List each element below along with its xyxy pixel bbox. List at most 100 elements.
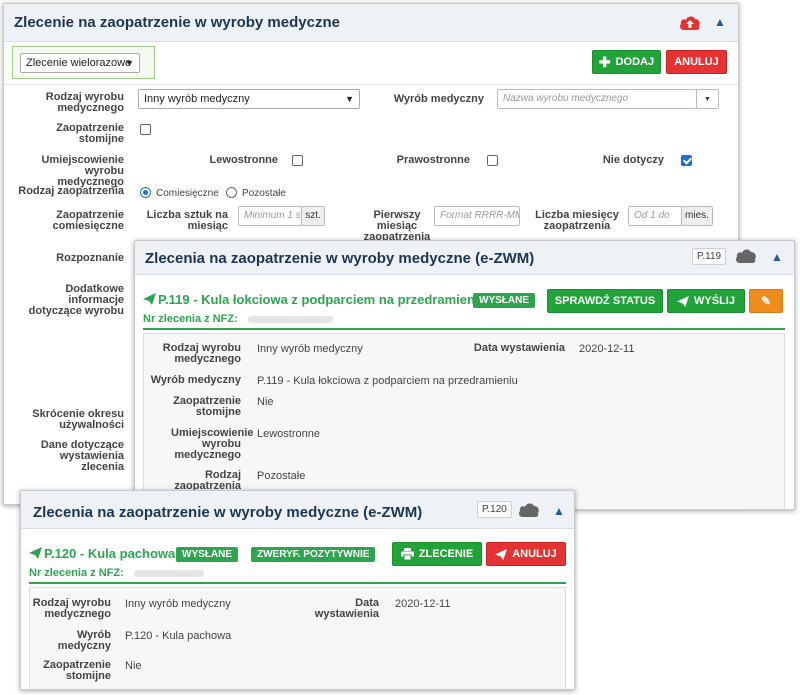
check-status-label: SPRAWDŹ STATUS <box>554 295 656 307</box>
detail-device-label: Wyrób medyczny <box>57 629 111 652</box>
cloud-icon[interactable] <box>518 503 540 518</box>
months-count-input[interactable]: Od 1 do <box>628 206 682 226</box>
cancel-label: ANULUJ <box>674 56 719 68</box>
detail-date-value: 2020-12-11 <box>395 598 451 610</box>
ezwm-panel-header: Zlecenia na zaopatrzenie w wyroby medycz… <box>135 241 794 275</box>
cancel-order-label: ANULUJ <box>512 548 557 560</box>
months-count-label: Liczba miesięcy zaopatrzenia <box>535 209 619 232</box>
monthly-radio-label: Comiesięczne <box>156 188 219 199</box>
nfz-number-label: Nr zlecenia z NFZ: <box>29 567 124 579</box>
send-button[interactable]: WYŚLIJ <box>667 289 745 313</box>
not-applicable-checkbox[interactable] <box>681 155 692 166</box>
units-per-month-placeholder: Minimum 1 s <box>244 210 301 221</box>
detail-device-value: P.119 - Kula łokciowa z podparciem na pr… <box>257 375 518 387</box>
nfz-number-redacted <box>248 316 333 323</box>
detail-placement-value: Lewostronne <box>257 428 320 440</box>
item-title: P.119 - Kula łokciowa z podparciem na pr… <box>158 292 487 307</box>
device-search-input[interactable]: Nazwa wyrobu medycznego <box>497 89 697 109</box>
divider <box>4 84 738 85</box>
left-side-checkbox[interactable] <box>292 155 303 166</box>
item-title: P.120 - Kula pachowa <box>44 546 176 561</box>
first-month-input[interactable]: Format RRRR-MM <box>434 206 520 226</box>
detail-ostomy-label: Zaopatrzenie stomijne <box>43 659 111 682</box>
units-addon: szt. <box>301 206 325 226</box>
cloud-icon[interactable] <box>735 249 757 264</box>
status-badge-sent: WYSŁANE <box>176 547 238 562</box>
device-dropdown-toggle[interactable]: ▼ <box>696 89 719 109</box>
ezwm-panel-p119: Zlecenia na zaopatrzenie w wyroby medycz… <box>134 240 795 510</box>
detail-supply-type-value: Pozostałe <box>257 470 306 482</box>
caret-down-icon: ▼ <box>125 58 134 68</box>
supply-type-label: Rodzaj zaopatrzenia <box>18 185 124 197</box>
detail-date-value: 2020-12-11 <box>579 343 635 355</box>
edit-button[interactable]: ✎ <box>749 289 783 313</box>
printer-icon <box>400 548 414 560</box>
order-print-label: ZLECENIE <box>418 548 474 560</box>
other-radio-label: Pozostałe <box>242 188 286 199</box>
months-count-placeholder: Od 1 do <box>634 210 670 221</box>
separator-line <box>29 582 566 584</box>
check-status-button[interactable]: SPRAWDŹ STATUS <box>547 289 663 313</box>
status-badge-sent: WYSŁANE <box>473 293 535 308</box>
order-type-value: Zlecenie wielorazowe <box>26 57 132 69</box>
product-code-badge: P.120 <box>477 501 512 518</box>
order-type-select[interactable]: Zlecenie wielorazowe ▼ <box>20 53 140 73</box>
ostomy-checkbox[interactable] <box>140 124 151 135</box>
device-search-placeholder: Nazwa wyrobu medycznego <box>503 93 629 104</box>
units-addon-text: szt. <box>305 210 321 221</box>
other-radio[interactable] <box>226 187 237 198</box>
detail-kind-label: Rodzaj wyrobu medycznego <box>32 597 111 620</box>
add-label: DODAJ <box>615 56 655 68</box>
send-icon <box>29 547 42 559</box>
device-kind-select[interactable]: Inny wyrób medyczny ▼ <box>138 89 360 109</box>
device-label: Wyrób medyczny <box>393 93 484 105</box>
chevron-up-icon[interactable]: ▲ <box>771 250 783 264</box>
right-side-checkbox[interactable] <box>487 155 498 166</box>
order-panel-title: Zlecenie na zaopatrzenie w wyroby medycz… <box>14 14 340 31</box>
send-icon <box>143 293 156 305</box>
detail-ostomy-value: Nie <box>125 660 142 672</box>
separator-line <box>143 328 785 330</box>
order-print-button[interactable]: ZLECENIE <box>392 542 482 566</box>
detail-kind-value: Inny wyrób medyczny <box>257 343 363 355</box>
detail-placement-label: Umiejscowienie wyrobu medycznego <box>171 427 254 461</box>
right-side-label: Prawostronne <box>396 154 470 166</box>
cloud-upload-icon[interactable] <box>679 14 701 31</box>
nfz-number-redacted <box>134 570 204 577</box>
not-applicable-label: Nie dotyczy <box>602 154 664 166</box>
detail-kind-label: Rodzaj wyrobu medycznego <box>162 342 241 365</box>
device-kind-value: Inny wyrób medyczny <box>144 93 250 105</box>
caret-down-icon: ▼ <box>704 96 711 103</box>
units-per-month-input[interactable]: Minimum 1 s <box>238 206 302 226</box>
cancel-button[interactable]: ANULUJ <box>666 50 727 74</box>
first-month-placeholder: Format RRRR-MM <box>440 210 520 221</box>
nfz-number-label: Nr zlecenia z NFZ: <box>143 313 238 325</box>
product-code-badge: P.119 <box>692 248 727 265</box>
pencil-icon: ✎ <box>760 294 772 308</box>
months-addon: mies. <box>681 206 713 226</box>
first-month-label: Pierwszy miesiąc zaopatrzenia <box>363 209 431 243</box>
issue-data-label: Dane dotyczące wystawienia zlecenia <box>40 439 124 473</box>
detail-device-value: P.120 - Kula pachowa <box>125 630 232 642</box>
ostomy-label: Zaopatrzenie stomijne <box>56 122 124 145</box>
shortened-period-label: Skrócenie okresu używalności <box>32 408 124 431</box>
detail-device-label: Wyrób medyczny <box>150 374 241 386</box>
months-addon-text: mies. <box>685 210 709 221</box>
additional-info-label: Dodatkowe informacje dotyczące wyrobu <box>28 283 124 317</box>
monthly-radio[interactable] <box>140 187 151 198</box>
chevron-up-icon[interactable]: ▲ <box>553 504 565 518</box>
diagnosis-label: Rozpoznanie <box>56 252 124 264</box>
chevron-up-icon[interactable]: ▲ <box>714 15 726 29</box>
status-badge-verified: ZWERYF. POZYTYWNIE <box>251 547 376 562</box>
detail-date-label: Data wystawienia <box>473 342 565 354</box>
add-button[interactable]: ✚ DODAJ <box>592 50 661 74</box>
ezwm-panel-title: Zlecenia na zaopatrzenie w wyroby medycz… <box>145 250 535 267</box>
ezwm-panel-header: Zlecenia na zaopatrzenie w wyroby medycz… <box>21 491 574 529</box>
caret-down-icon: ▼ <box>345 94 354 104</box>
detail-ostomy-value: Nie <box>257 396 274 408</box>
send-label: WYŚLIJ <box>694 295 735 307</box>
cancel-order-button[interactable]: ANULUJ <box>486 542 566 566</box>
device-kind-label: Rodzaj wyrobu medycznego <box>45 91 124 114</box>
ezwm-panel-p120: Zlecenia na zaopatrzenie w wyroby medycz… <box>20 490 575 690</box>
order-panel-header: Zlecenie na zaopatrzenie w wyroby medycz… <box>4 4 738 42</box>
